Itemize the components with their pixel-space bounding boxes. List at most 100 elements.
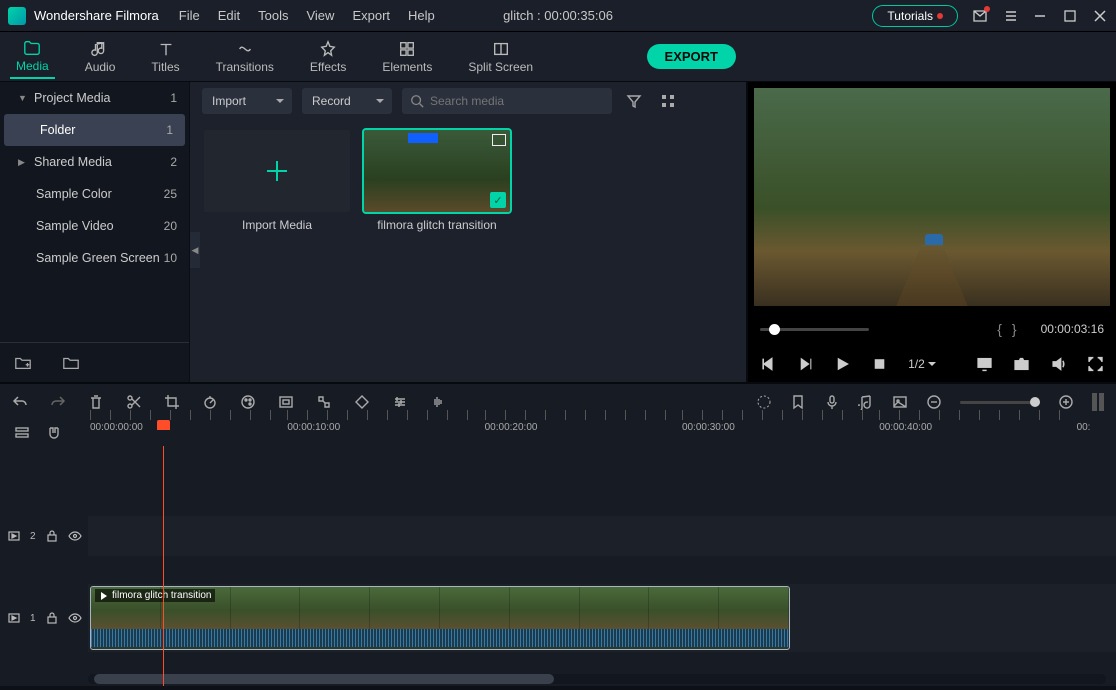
sidebar-item-project-media[interactable]: ▼Project Media1 [0,82,189,114]
keyframe-icon[interactable] [354,394,370,410]
zoom-in-icon[interactable] [1058,394,1074,410]
timeline-scrollbar[interactable] [88,674,1106,684]
playhead-handle[interactable] [157,420,170,430]
window-minimize[interactable] [1032,8,1048,24]
preview-panel: { } 00:00:03:16 1/2 [746,82,1116,382]
eye-icon[interactable] [68,612,82,624]
menu-bar: File Edit Tools View Export Help [179,8,435,23]
play-icon[interactable] [834,355,851,373]
redo-icon[interactable] [50,394,66,410]
playhead[interactable] [163,446,164,686]
grid-view-icon[interactable] [656,89,680,113]
play-start-icon[interactable] [797,355,814,373]
window-close[interactable] [1092,8,1108,24]
tab-elements[interactable]: Elements [376,36,438,78]
sidebar-item-folder[interactable]: Folder1 [4,114,185,146]
adjust-icon[interactable] [392,394,408,410]
tab-audio[interactable]: Audio [79,36,122,78]
menu-tools[interactable]: Tools [258,8,288,23]
filter-icon[interactable] [622,89,646,113]
preview-viewport[interactable] [754,88,1110,306]
timeline-tracks: 2 1 filmora glitch transition [0,446,1116,686]
lock-icon[interactable] [46,530,58,542]
display-icon[interactable] [976,355,993,373]
notification-dot-icon [937,13,943,19]
preview-scrubber[interactable] [760,328,869,331]
import-media-tile[interactable]: Import Media [204,130,350,232]
delete-icon[interactable] [88,394,104,410]
sidebar-item-shared-media[interactable]: ▶Shared Media2 [0,146,189,178]
tab-split-screen[interactable]: Split Screen [462,36,539,78]
title-bar: Wondershare Filmora File Edit Tools View… [0,0,1116,32]
search-icon [410,94,424,108]
thumb-detail [408,133,438,143]
detach-icon[interactable] [316,394,332,410]
green-screen-icon[interactable] [278,394,294,410]
media-sidebar: ▼Project Media1 Folder1 ▶Shared Media2 S… [0,82,190,382]
split-icon[interactable] [126,394,142,410]
menu-file[interactable]: File [179,8,200,23]
list-icon[interactable] [1002,8,1018,24]
video-track-icon [8,530,20,542]
menu-edit[interactable]: Edit [218,8,240,23]
record-dropdown[interactable]: Record [302,88,392,114]
zoom-slider[interactable] [960,401,1040,404]
sidebar-item-sample-color[interactable]: Sample Color25 [0,178,189,210]
crop-icon[interactable] [164,394,180,410]
eye-icon[interactable] [68,530,82,542]
timeline-clip[interactable]: filmora glitch transition [90,586,790,650]
tab-effects[interactable]: Effects [304,36,352,78]
voiceover-icon[interactable] [824,394,840,410]
media-browser: Import Record Import Media ✓ filmora gli… [190,82,746,382]
render-icon[interactable] [756,394,772,410]
playback-speed[interactable]: 1/2 [908,357,936,371]
brace-right[interactable]: } [1012,321,1017,337]
preview-time: 00:00:03:16 [1041,322,1104,336]
prev-frame-icon[interactable] [760,355,777,373]
clip-play-icon [99,591,109,601]
color-icon[interactable] [240,394,256,410]
picture-icon[interactable] [892,394,908,410]
folder-icon[interactable] [62,354,80,372]
media-clip-tile[interactable]: ✓ filmora glitch transition [364,130,510,232]
snapshot-icon[interactable] [1013,355,1030,373]
tab-titles[interactable]: Titles [145,36,185,78]
check-icon: ✓ [490,192,506,208]
tab-transitions[interactable]: Transitions [210,36,280,78]
timeline-layout-icon[interactable] [1092,393,1104,411]
speed-icon[interactable] [202,394,218,410]
window-maximize[interactable] [1062,8,1078,24]
import-dropdown[interactable]: Import [202,88,292,114]
sidebar-item-sample-video[interactable]: Sample Video20 [0,210,189,242]
magnet-icon[interactable] [46,425,62,441]
zoom-out-icon[interactable] [926,394,942,410]
collapse-sidebar-icon[interactable]: ◀ [190,232,200,268]
new-folder-icon[interactable] [14,354,32,372]
top-tabs: Media Audio Titles Transitions Effects E… [0,32,1116,82]
tutorials-button[interactable]: Tutorials [872,5,958,27]
plus-icon [262,156,292,186]
track-head-2[interactable]: 2 [0,516,88,556]
search-input[interactable] [402,88,612,114]
volume-icon[interactable] [1050,355,1067,373]
tab-media[interactable]: Media [10,35,55,79]
sidebar-item-sample-green-screen[interactable]: Sample Green Screen10 [0,242,189,274]
track-manage-icon[interactable] [14,425,30,441]
timeline-ruler[interactable]: 00:00:00:00 00:00:10:00 00:00:20:00 00:0… [0,420,1116,446]
lock-icon[interactable] [46,612,58,624]
app-name: Wondershare Filmora [34,8,159,23]
track-head-1[interactable]: 1 [0,584,88,652]
fullscreen-icon[interactable] [1087,355,1104,373]
inbox-icon[interactable] [972,8,988,24]
undo-icon[interactable] [12,394,28,410]
marker-icon[interactable] [790,394,806,410]
project-timecode: glitch : 00:00:35:06 [503,8,613,23]
mixer-icon[interactable] [858,394,874,410]
brace-left[interactable]: { [997,321,1002,337]
menu-view[interactable]: View [306,8,334,23]
audio-stretch-icon[interactable] [430,394,446,410]
menu-export[interactable]: Export [352,8,390,23]
menu-help[interactable]: Help [408,8,435,23]
export-button[interactable]: EXPORT [647,44,736,69]
stop-icon[interactable] [871,355,888,373]
